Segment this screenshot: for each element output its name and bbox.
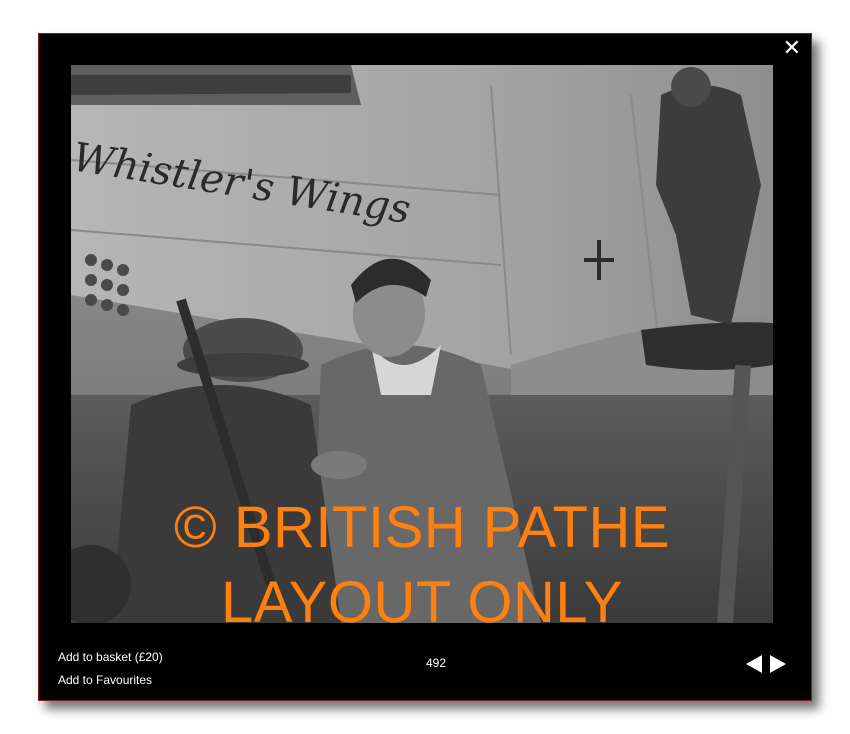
action-links: Add to basket (£20) Add to Favourites	[58, 646, 163, 692]
watermark-line-1: © BRITISH PATHE	[173, 495, 671, 560]
add-to-basket-link[interactable]: Add to basket (£20)	[58, 646, 163, 669]
film-still-image: Whistler's Wings © BRITISH PATHE LAYOUT …	[71, 65, 773, 623]
triangle-right-icon[interactable]	[770, 655, 786, 673]
add-to-favourites-link[interactable]: Add to Favourites	[58, 669, 163, 692]
close-icon[interactable]: ✕	[783, 38, 801, 60]
triangle-left-icon[interactable]	[746, 655, 762, 673]
image-counter: 492	[426, 656, 447, 670]
lightbox-modal: ✕ Whistler's Wings © BRITISH PATHE LAYOU…	[38, 33, 812, 701]
nav-arrows	[746, 655, 786, 673]
watermark-line-2: LAYOUT ONLY	[221, 570, 623, 624]
